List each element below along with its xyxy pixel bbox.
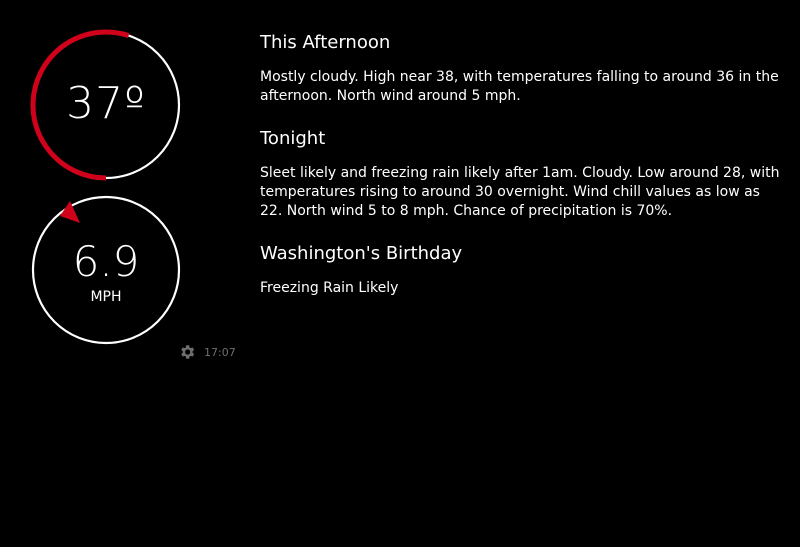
- gear-icon[interactable]: [178, 343, 196, 361]
- clock-time: 17:07: [204, 345, 236, 359]
- wind-speed: 6.9: [72, 237, 140, 286]
- period-description: Sleet likely and freezing rain likely af…: [260, 165, 780, 219]
- forecast-period: Tonight Sleet likely and freezing rain l…: [260, 126, 780, 221]
- wind-direction-marker: [60, 201, 80, 223]
- period-description: Mostly cloudy. High near 38, with temper…: [260, 69, 779, 104]
- weather-screen: 37º 6.9 MPH 17:07 This Afternoon Mostly …: [0, 0, 800, 547]
- forecast-period: Washington's Birthday Freezing Rain Like…: [260, 241, 780, 298]
- period-description: Freezing Rain Likely: [260, 280, 399, 296]
- period-title: This Afternoon: [260, 32, 391, 53]
- gauges-graphic: [30, 29, 181, 345]
- current-temperature: 37º: [66, 78, 146, 129]
- current-conditions: 37º 6.9 MPH: [0, 0, 240, 370]
- wind-unit: MPH: [90, 289, 122, 305]
- forecast-period: This Afternoon Mostly cloudy. High near …: [260, 30, 780, 106]
- period-title: Washington's Birthday: [260, 243, 463, 264]
- forecast-list: This Afternoon Mostly cloudy. High near …: [260, 30, 780, 318]
- status-bar: 17:07: [178, 342, 236, 362]
- period-title: Tonight: [260, 128, 326, 149]
